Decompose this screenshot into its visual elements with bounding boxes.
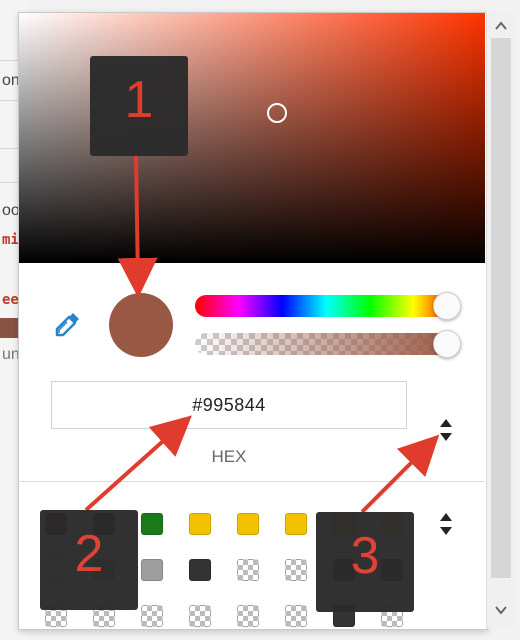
background-text: mi: [2, 232, 19, 248]
color-swatch[interactable]: [189, 559, 211, 581]
color-swatch[interactable]: [189, 605, 211, 627]
color-mode-label: HEX: [211, 447, 247, 466]
color-swatch[interactable]: [285, 559, 307, 581]
scrollbar[interactable]: [486, 12, 515, 628]
down-arrow-icon[interactable]: [487, 600, 515, 622]
color-swatch[interactable]: [189, 513, 211, 535]
up-down-arrows-icon[interactable]: [437, 415, 455, 445]
hue-slider[interactable]: [195, 292, 461, 320]
current-color-preview: [109, 293, 173, 357]
color-swatch[interactable]: [141, 605, 163, 627]
callout-1: 1: [90, 56, 188, 156]
scrollbar-thumb[interactable]: [491, 38, 511, 578]
up-down-arrows-icon[interactable]: [437, 509, 455, 539]
callout-3: 3: [316, 512, 414, 612]
color-swatch[interactable]: [237, 605, 259, 627]
color-swatch[interactable]: [237, 513, 259, 535]
color-swatch[interactable]: [285, 605, 307, 627]
saturation-value-area[interactable]: [19, 13, 485, 263]
color-swatch[interactable]: [141, 559, 163, 581]
hue-slider-thumb[interactable]: [433, 292, 461, 320]
color-swatch[interactable]: [237, 559, 259, 581]
up-arrow-icon[interactable]: [487, 16, 515, 38]
alpha-slider-thumb[interactable]: [433, 330, 461, 358]
color-swatch[interactable]: [285, 513, 307, 535]
color-swatch[interactable]: [141, 513, 163, 535]
hex-input[interactable]: [51, 381, 407, 429]
background-text: ee: [2, 292, 19, 308]
callout-2: 2: [40, 510, 138, 610]
alpha-slider[interactable]: [195, 330, 461, 358]
eyedropper-icon[interactable]: [53, 309, 83, 339]
saturation-cursor[interactable]: [267, 103, 287, 123]
divider: [19, 481, 485, 482]
